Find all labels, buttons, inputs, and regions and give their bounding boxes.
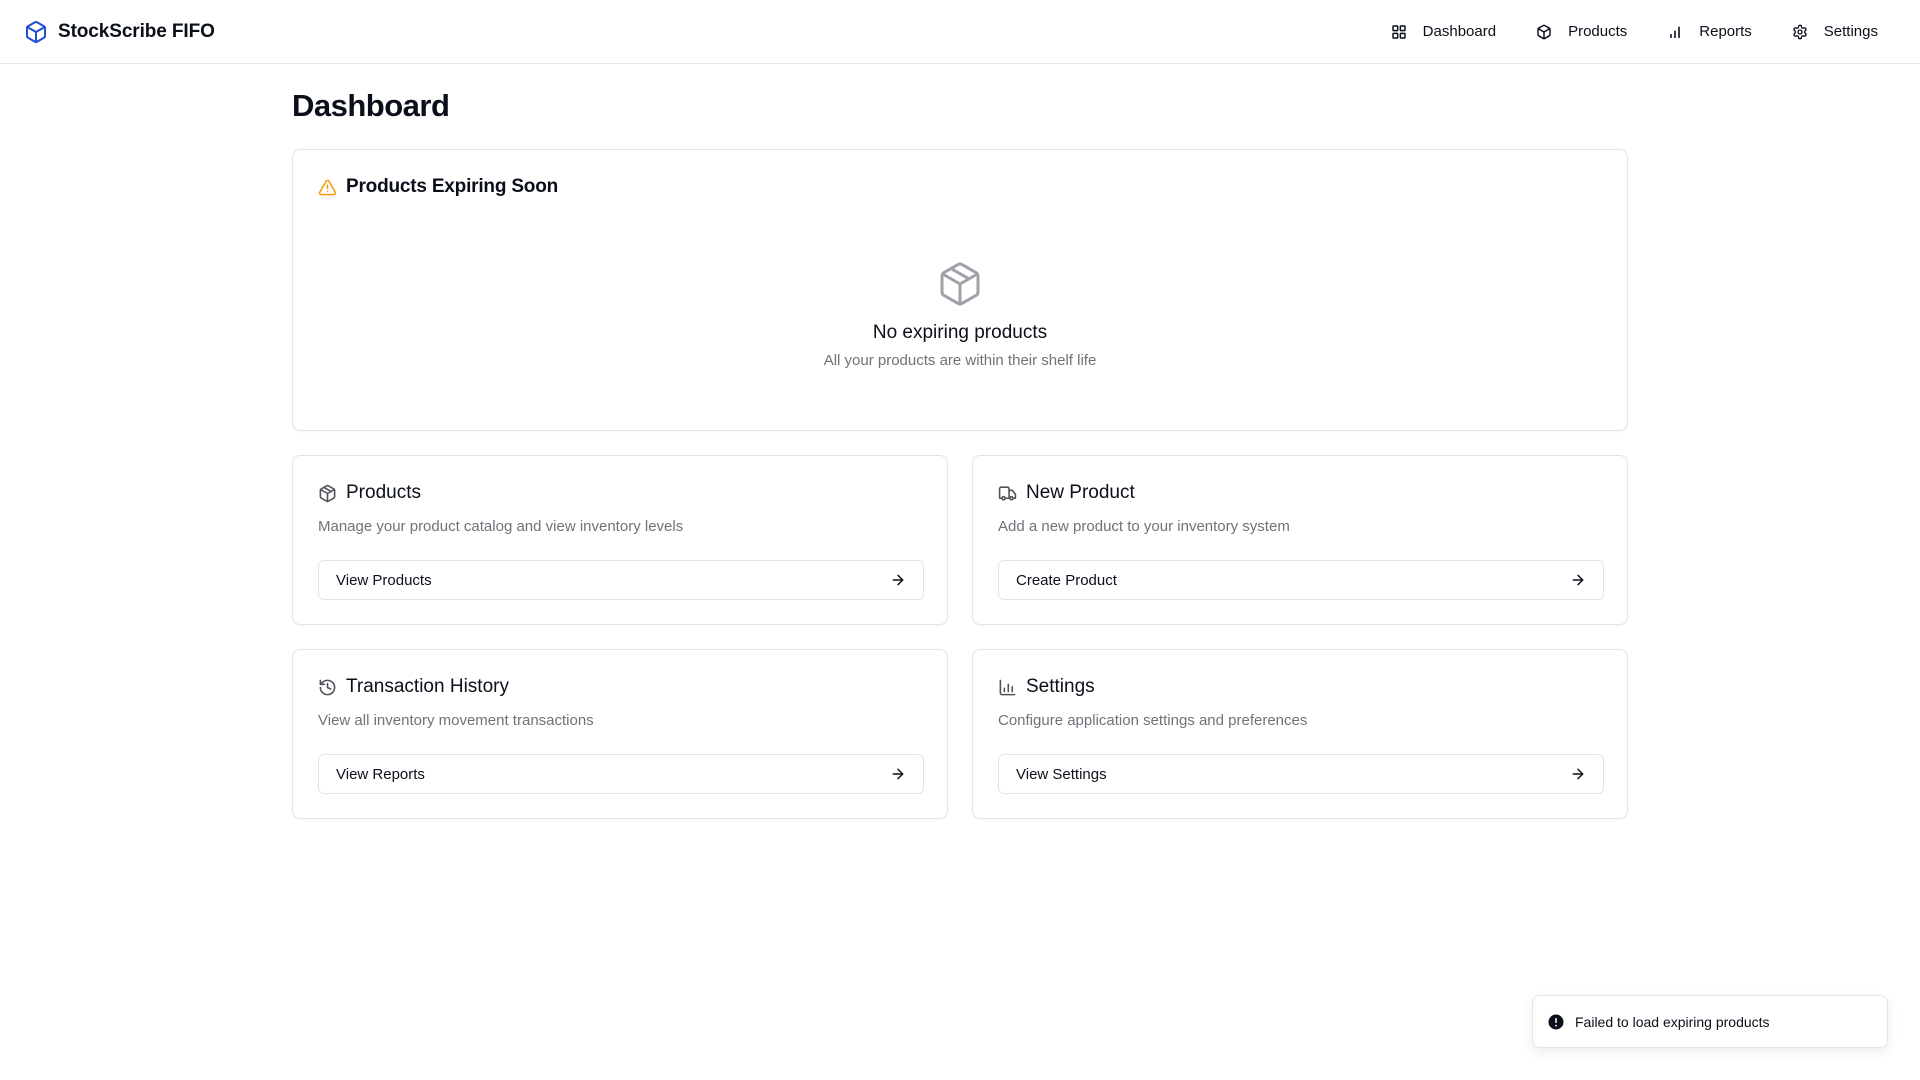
button-label: View Reports [336, 765, 425, 783]
truck-icon [998, 484, 1017, 503]
arrow-right-icon [890, 572, 906, 588]
card-title: Products Expiring Soon [346, 176, 559, 197]
brand[interactable]: StockScribe FIFO [24, 20, 215, 44]
toast-message: Failed to load expiring products [1575, 1013, 1770, 1030]
card-title: Transaction History [346, 676, 509, 697]
button-label: View Settings [1016, 765, 1107, 783]
bar-chart-icon [1667, 24, 1683, 40]
bar-chart-icon [998, 678, 1017, 697]
card-title: Settings [1026, 676, 1095, 697]
arrow-right-icon [890, 766, 906, 782]
button-label: View Products [336, 571, 432, 589]
gear-icon [1792, 24, 1808, 40]
create-product-button[interactable]: Create Product [998, 560, 1604, 600]
nav-item-products[interactable]: Products [1520, 12, 1643, 52]
card-header: Products [318, 482, 421, 504]
card-description: View all inventory movement transactions [318, 712, 594, 729]
nav-item-reports[interactable]: Reports [1651, 12, 1768, 52]
page-title: Dashboard [292, 88, 450, 123]
arrow-right-icon [1570, 766, 1586, 782]
card-header: Transaction History [318, 676, 509, 698]
nav-item-label: Products [1568, 23, 1628, 40]
empty-state-subtitle: All your products are within their shelf… [823, 352, 1097, 369]
arrow-right-icon [1570, 572, 1586, 588]
main-nav: Dashboard Products Reports Settings [1375, 12, 1894, 52]
box-icon [24, 20, 48, 44]
card-header: Settings [998, 676, 1095, 698]
grid-icon [1391, 24, 1407, 40]
nav-item-label: Reports [1699, 23, 1752, 40]
box-icon [1536, 24, 1552, 40]
button-label: Create Product [1016, 571, 1117, 589]
card-description: Manage your product catalog and view inv… [318, 518, 684, 535]
nav-item-settings[interactable]: Settings [1776, 12, 1894, 52]
products-card: Products Manage your product catalog and… [292, 455, 948, 625]
nav-item-label: Settings [1823, 23, 1878, 40]
app-name: StockScribe FIFO [58, 20, 215, 42]
empty-state: No expiring products All your products a… [293, 260, 1627, 369]
nav-item-dashboard[interactable]: Dashboard [1375, 12, 1512, 52]
view-settings-button[interactable]: View Settings [998, 754, 1604, 794]
card-title: New Product [1026, 482, 1135, 503]
history-icon [318, 678, 337, 697]
box-icon [318, 484, 337, 503]
alert-circle-icon [1547, 1013, 1565, 1031]
card-title: Products [346, 482, 421, 503]
error-toast[interactable]: Failed to load expiring products [1532, 995, 1888, 1048]
nav-item-label: Dashboard [1422, 23, 1497, 40]
new-product-card: New Product Add a new product to your in… [972, 455, 1628, 625]
expiring-products-card: Products Expiring Soon No expiring produ… [292, 149, 1628, 431]
transaction-history-card: Transaction History View all inventory m… [292, 649, 948, 819]
top-navigation-bar: StockScribe FIFO Dashboard Products Repo… [0, 0, 1920, 64]
view-products-button[interactable]: View Products [318, 560, 924, 600]
warning-triangle-icon [318, 178, 337, 197]
card-header: Products Expiring Soon [318, 176, 558, 198]
card-description: Add a new product to your inventory syst… [998, 518, 1290, 535]
card-description: Configure application settings and prefe… [998, 712, 1308, 729]
box-icon [936, 260, 984, 308]
empty-state-title: No expiring products [872, 322, 1048, 343]
settings-card: Settings Configure application settings … [972, 649, 1628, 819]
card-header: New Product [998, 482, 1135, 504]
view-reports-button[interactable]: View Reports [318, 754, 924, 794]
